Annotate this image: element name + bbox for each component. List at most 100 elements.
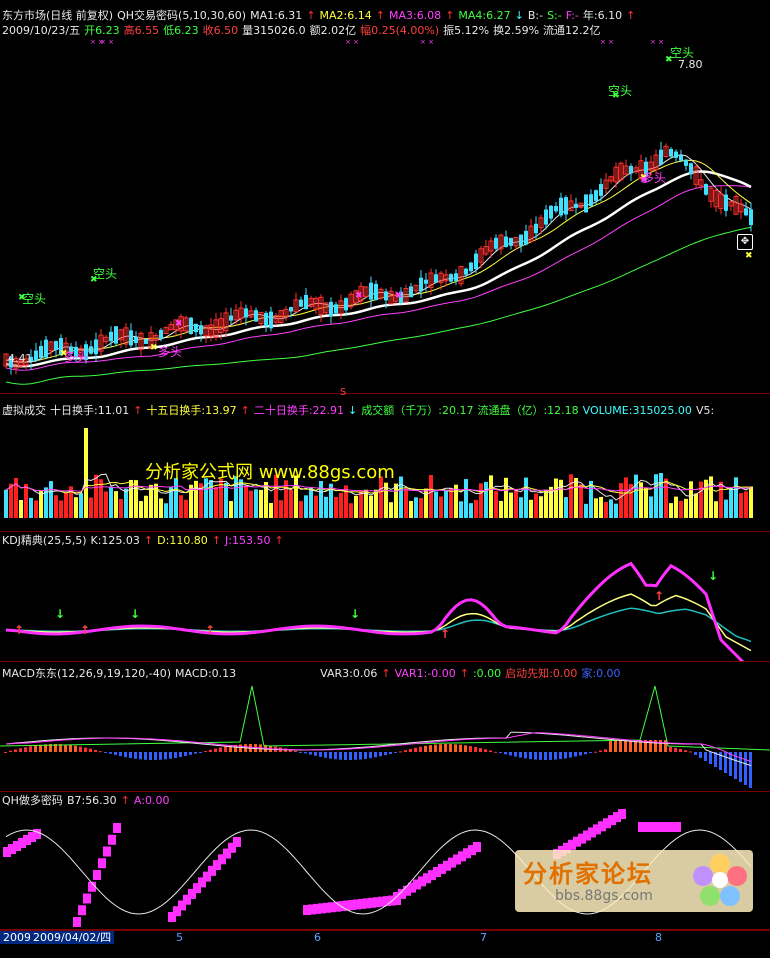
volume-bar <box>84 428 88 518</box>
volume-bar <box>694 493 698 518</box>
macd-histogram-bar <box>569 752 572 758</box>
macd-histogram-bar <box>364 752 367 759</box>
volume-bar <box>299 501 303 518</box>
candle <box>138 331 144 357</box>
arrow-down-icon: ↓ <box>708 569 718 583</box>
candle <box>504 230 508 248</box>
macd-histogram-bar <box>209 749 212 752</box>
candle <box>728 201 734 212</box>
label-duotou-1: 多头 <box>64 350 89 364</box>
volume-bar <box>624 477 628 518</box>
volume-bar <box>239 479 243 518</box>
volume-bar <box>144 495 148 518</box>
candle <box>708 186 714 208</box>
candle <box>623 159 629 177</box>
volume-bar <box>79 493 83 518</box>
volume-bar <box>749 486 753 518</box>
candle <box>559 192 563 218</box>
volume-bar <box>59 500 63 518</box>
volume-bar <box>119 498 123 518</box>
macd-histogram-bar <box>519 752 522 758</box>
time-tick-7: 7 <box>480 931 487 944</box>
candle <box>409 282 413 298</box>
forum-logo-text: 分析家论坛 <box>523 860 653 888</box>
candle <box>374 280 378 301</box>
macd-histogram-bar <box>114 752 117 755</box>
candle <box>168 321 174 331</box>
candle <box>584 194 588 213</box>
candle <box>238 301 244 325</box>
macd-histogram-bar <box>19 748 22 752</box>
volume-panel[interactable]: 虚拟成交 十日换手:11.01 ↑ 十五日换手:13.97 ↑ 二十日换手:22.91 ↓ 成… <box>0 394 770 532</box>
volume-bar <box>249 490 253 518</box>
macd-histogram-bar <box>314 752 317 756</box>
macd-histogram-bar <box>739 752 742 782</box>
time-axis-bar[interactable]: 2009 2009/04/02/四 5 6 7 8 <box>0 930 770 958</box>
main-chart-panel[interactable]: 东方市场(日线 前复权) QH交易密码(5,10,30,60) MA1:6.31 ↑ M… <box>0 0 770 398</box>
macd-histogram-bar <box>164 752 167 760</box>
volume-bar <box>714 501 718 518</box>
peak-price-label: 7.80 <box>678 58 703 71</box>
macd-histogram-bar <box>119 752 122 757</box>
crosshair-cursor-icon[interactable]: ✥ <box>737 234 753 250</box>
volume-bar <box>139 501 143 518</box>
macd-histogram-bar <box>389 752 392 754</box>
candle <box>129 323 133 348</box>
volume-bar <box>224 482 228 518</box>
candle <box>283 306 289 321</box>
macd-histogram-bar <box>414 747 417 752</box>
volume-bar <box>604 501 608 518</box>
macd-histogram-bar <box>304 752 307 754</box>
candle <box>454 269 458 286</box>
label-duotou-2: 多头 <box>158 345 183 359</box>
macd-histogram-bar <box>374 752 377 758</box>
qh-panel[interactable]: QH做多密码 B7:56.30 ↑ A:0.00 分析家论坛 bbs.88gs.com <box>0 792 770 930</box>
kdj-panel[interactable]: KDJ精典(25,5,5) K:125.03 ↑ D:110.80 ↑ J:153.50 ↑… <box>0 532 770 662</box>
kdj-chart[interactable]: ↓ ↓ ↓ ↓ ↑ ↑ ↑ ↑ ↑ <box>0 532 770 661</box>
volume-bar <box>124 488 128 518</box>
volume-bar <box>539 496 543 518</box>
volume-bar <box>439 496 443 518</box>
macd-chart[interactable] <box>0 662 770 791</box>
volume-bar <box>259 489 263 518</box>
macd-histogram-bar <box>669 746 672 752</box>
volume-bar <box>289 489 293 518</box>
candle <box>663 143 669 158</box>
macd-histogram-bar <box>584 752 587 755</box>
candle <box>679 149 683 163</box>
cross-marker: ✖ <box>745 251 753 261</box>
macd-histogram-bar <box>604 749 607 752</box>
label-duotou-3: 多头 <box>642 171 667 185</box>
volume-bar <box>559 479 563 518</box>
candle <box>524 224 528 246</box>
volume-bar <box>544 489 548 518</box>
macd-histogram-bar <box>149 752 152 760</box>
macd-panel[interactable]: MACD东东(12,26,9,19,120,-40) MACD:0.13 VAR3:… <box>0 662 770 792</box>
macd-histogram-bar <box>409 748 412 752</box>
volume-bar <box>64 492 68 518</box>
volume-bar <box>519 497 523 518</box>
arrow-down-icon: ↓ <box>55 607 65 621</box>
volume-bar <box>534 493 538 518</box>
low-price-label: 4.41 <box>8 352 33 365</box>
macd-histogram-bar <box>144 752 147 760</box>
candle <box>458 265 464 287</box>
volume-bar <box>504 477 508 518</box>
candlestick-chart[interactable]: ✖✖✖✖✖✖✖✖✖ ✖✖✖× ×× × × × × × × ×× × <box>0 0 770 393</box>
volume-bar <box>414 497 418 518</box>
macd-histogram-bar <box>559 752 562 760</box>
candle <box>713 187 719 213</box>
volume-bar <box>319 480 323 518</box>
macd-histogram-bar <box>69 745 72 752</box>
qh-step-block <box>83 893 91 904</box>
macd-histogram-bar <box>724 752 727 773</box>
macd-histogram-bar <box>89 748 92 752</box>
candle <box>348 291 354 310</box>
volume-bar <box>94 474 98 518</box>
macd-histogram-bar <box>534 752 537 760</box>
macd-histogram-bar <box>339 752 342 760</box>
macd-histogram-bar <box>139 752 142 760</box>
candle <box>134 331 138 349</box>
candle <box>633 165 639 175</box>
macd-histogram-bar <box>124 752 127 758</box>
